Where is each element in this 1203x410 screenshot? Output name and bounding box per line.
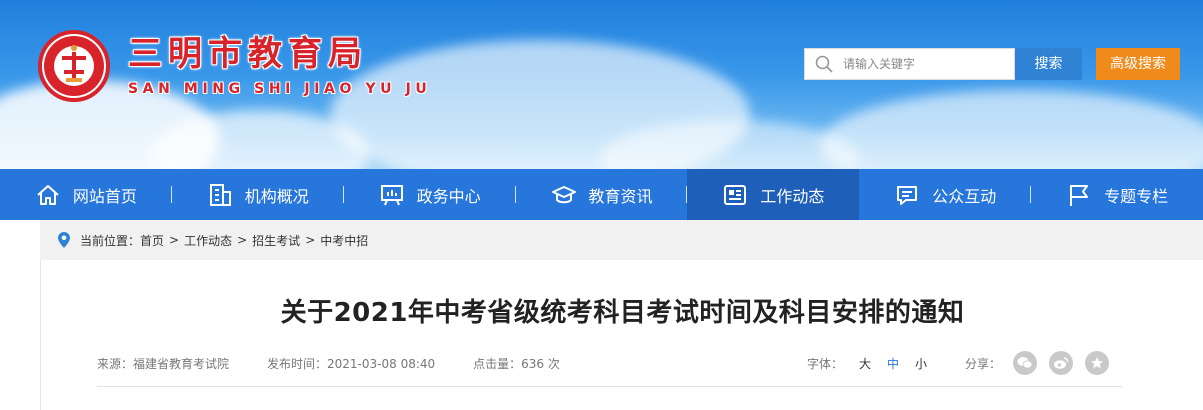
search-box [804,48,1015,80]
breadcrumb-middle-school-exam[interactable]: 中考中招 [320,232,368,249]
graduation-cap-icon [551,185,576,203]
font-size-large-button[interactable]: 大 [859,355,871,372]
nav-item-special-topics[interactable]: 专题专栏 [1031,169,1203,220]
nav-item-label: 公众互动 [932,186,997,206]
nav-item-label: 教育资讯 [588,186,653,206]
building-icon [209,183,231,206]
chat-icon [897,185,918,205]
breadcrumb-separator: > [305,233,316,247]
font-size-label: 字体： [807,357,844,371]
share-bar: 分享： [965,351,1110,375]
breadcrumb-separator: > [169,233,180,247]
breadcrumb-work-news[interactable]: 工作动态 [184,232,232,249]
font-size-medium-button[interactable]: 中 [887,355,899,372]
nav-item-label: 专题专栏 [1104,186,1169,206]
home-icon [37,184,59,205]
site-logo[interactable]: 三明市教育局 SAN MING SHI JIAO YU JU [38,30,431,102]
article-meta: 来源：福建省教育考试院 发布时间：2021-03-08 08:40 点击量：63… [97,355,598,372]
search-icon [815,55,833,73]
share-label: 分享： [965,356,1002,371]
wechat-icon[interactable] [1013,351,1038,375]
article-title: 关于2021年中考省级统考科目考试时间及科目安排的通知 [280,298,965,328]
article-source: 来源：福建省教育考试院 [97,357,230,371]
article-views: 点击量：636 次 [473,357,560,371]
search-input[interactable] [843,57,1003,71]
nav-item-work-news[interactable]: 工作动态 [687,169,860,220]
nav-item-label: 政务中心 [416,186,481,206]
star-favorite-icon[interactable] [1085,351,1110,375]
meta-divider [97,386,1122,387]
news-icon [724,184,747,205]
article-publish-time: 发布时间：2021-03-08 08:40 [267,357,436,371]
nav-item-education-news[interactable]: 教育资讯 [516,169,688,220]
font-size-control: 字体： 大 中 小 [807,355,927,372]
weibo-icon[interactable] [1049,351,1074,375]
breadcrumb: 当前位置： 首页 > 工作动态 > 招生考试 > 中考中招 [40,220,1203,260]
article: 关于2021年中考省级统考科目考试时间及科目安排的通知 来源：福建省教育考试院 … [40,260,1203,410]
nav-item-organization[interactable]: 机构概况 [172,169,344,220]
nav-item-label: 机构概况 [244,186,309,206]
site-name-cn: 三明市教育局 [128,34,368,74]
font-size-small-button[interactable]: 小 [915,355,927,372]
search-button[interactable]: 搜索 [1015,48,1082,80]
breadcrumb-separator: > [237,233,248,247]
presentation-icon [380,184,403,205]
breadcrumb-prefix: 当前位置： [80,233,141,248]
breadcrumb-home[interactable]: 首页 [140,232,164,249]
nav-item-public-interaction[interactable]: 公众互动 [859,169,1032,220]
nav-item-home[interactable]: 网站首页 [0,169,172,220]
nav-item-label: 工作动态 [760,186,825,206]
breadcrumb-enrollment-exams[interactable]: 招生考试 [252,232,300,249]
nav-item-government[interactable]: 政务中心 [344,169,516,220]
header-banner: 三明市教育局 SAN MING SHI JIAO YU JU 搜索 高级搜索 [0,0,1203,169]
site-name-en: SAN MING SHI JIAO YU JU [128,81,432,97]
main-nav: 网站首页 机构概况 政务中心 教育资讯 工作动态 公众互动 专题专栏 [0,169,1203,220]
location-pin-icon [58,232,70,248]
logo-emblem-icon [38,30,110,102]
advanced-search-button[interactable]: 高级搜索 [1096,48,1180,80]
nav-item-label: 网站首页 [72,186,137,206]
flag-icon [1070,184,1089,206]
